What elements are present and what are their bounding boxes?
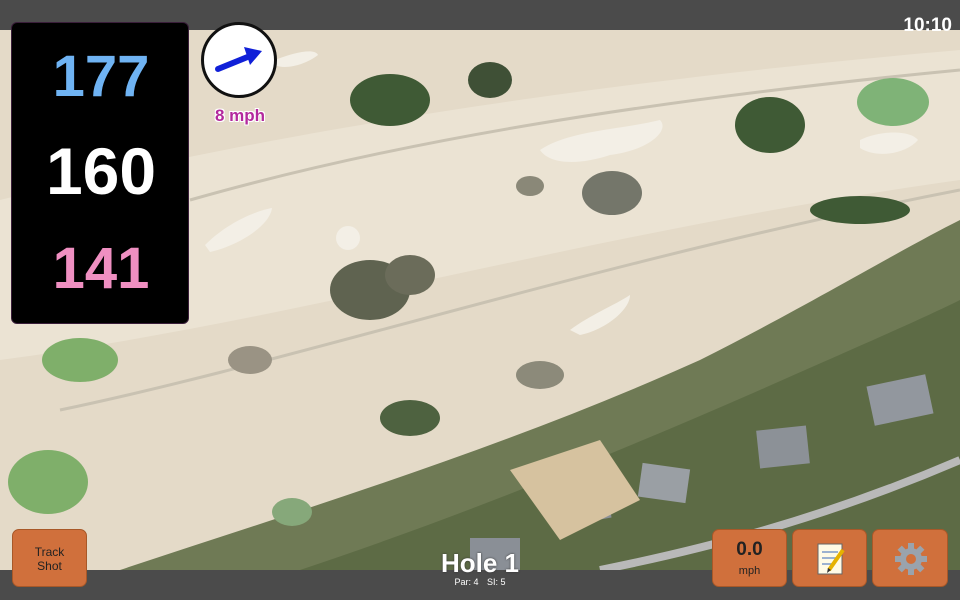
clock: 10:10 xyxy=(903,15,952,36)
settings-button[interactable] xyxy=(872,529,948,587)
hole-title: Hole 1 xyxy=(440,548,520,578)
speed-value: 0.0 xyxy=(736,539,763,560)
back-yardage: 177 xyxy=(52,44,150,109)
track-shot-button[interactable]: Track Shot xyxy=(12,529,87,587)
notes-button[interactable] xyxy=(792,529,867,587)
gear-icon xyxy=(895,543,927,575)
speed-unit: mph xyxy=(738,565,761,577)
wind-speed-label: 8 mph xyxy=(214,106,266,125)
hole-info: Par: 4 SI: 5 xyxy=(380,577,580,587)
track-shot-label-line2: Shot xyxy=(37,559,62,573)
track-shot-label-line1: Track xyxy=(34,545,65,559)
hole-si: SI: 5 xyxy=(487,577,506,587)
middle-yardage: 160 xyxy=(45,134,157,208)
arrow-right-icon xyxy=(215,47,262,72)
hole-par: Par: 4 xyxy=(454,577,479,587)
notepad-icon xyxy=(817,543,845,575)
front-yardage: 141 xyxy=(52,236,150,301)
yardage-panel: 177 160 141 xyxy=(11,22,189,324)
wind-indicator xyxy=(201,22,277,98)
speed-button[interactable]: 0.0 mph xyxy=(712,529,787,587)
